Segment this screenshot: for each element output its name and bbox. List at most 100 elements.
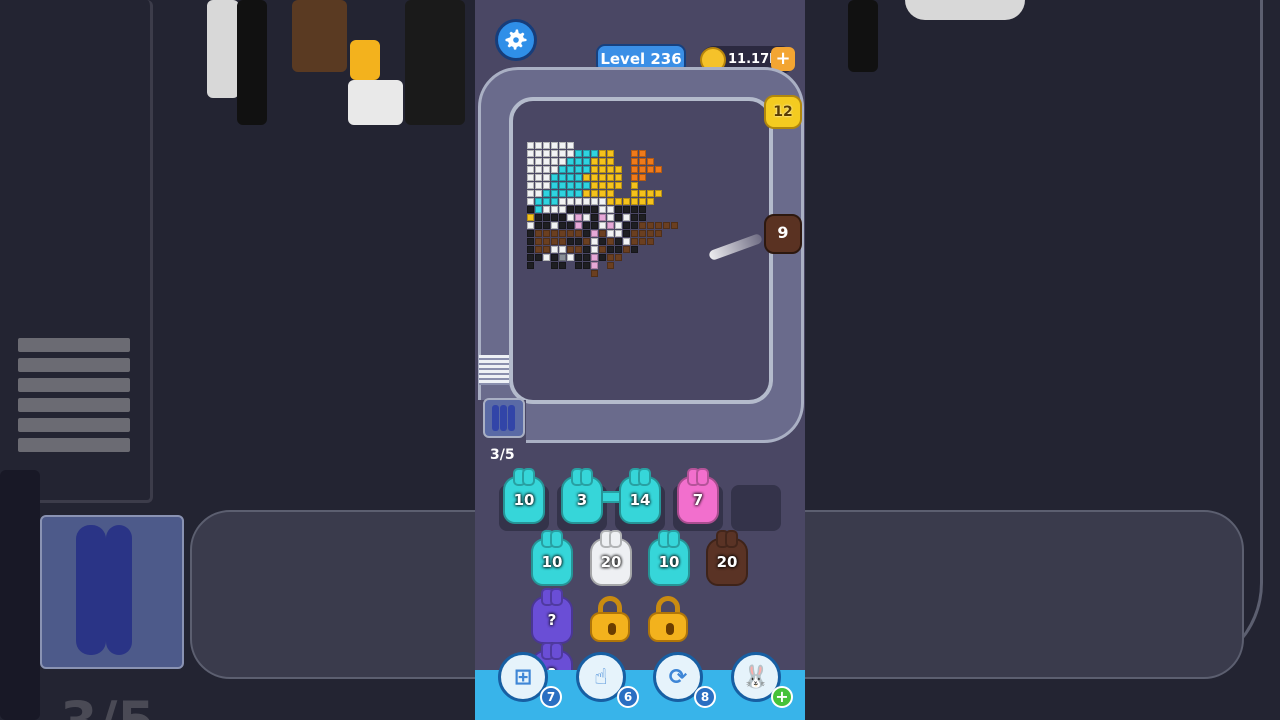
puzzle-pixel — [599, 182, 606, 189]
shuffle-count: 8 — [694, 686, 716, 708]
puzzle-pixel — [671, 222, 678, 229]
puzzle-pixel — [631, 158, 638, 165]
puzzle-pixel — [551, 142, 558, 149]
puzzle-pixel — [607, 262, 614, 269]
puzzle-pixel — [567, 254, 574, 261]
puzzle-pixel — [615, 230, 622, 237]
puzzle-pixel — [663, 222, 670, 229]
puzzle-pixel — [535, 222, 542, 229]
puzzle-pixel — [591, 174, 598, 181]
puzzle-pixel — [575, 222, 582, 229]
brown-bunny[interactable]: 20 — [706, 530, 748, 586]
puzzle-pixel — [615, 254, 622, 261]
puzzle-pixel — [535, 150, 542, 157]
bg-bar — [18, 378, 130, 392]
cyan-bunny-linked[interactable]: 14 — [619, 468, 661, 524]
puzzle-pixel — [591, 254, 598, 261]
puzzle-pixel — [559, 150, 566, 157]
puzzle-pixel — [551, 254, 558, 261]
puzzle-pixel — [551, 182, 558, 189]
puzzle-pixel — [583, 246, 590, 253]
pink-bunny[interactable]: 7 — [677, 468, 719, 524]
puzzle-pixel — [559, 246, 566, 253]
puzzle-pixel — [543, 158, 550, 165]
puzzle-pixel — [647, 158, 654, 165]
bg-bar — [18, 338, 130, 352]
puzzle-pixel — [583, 222, 590, 229]
bg-block — [350, 40, 380, 80]
puzzle-pixel — [607, 150, 614, 157]
mystery-bunny[interactable]: ? — [531, 588, 573, 644]
puzzle-pixel — [591, 230, 598, 237]
puzzle-pixel — [559, 182, 566, 189]
puzzle-pixel — [623, 246, 630, 253]
puzzle-pixel — [647, 238, 654, 245]
puzzle-pixel — [631, 182, 638, 189]
puzzle-pixel — [599, 222, 606, 229]
cyan-bunny[interactable]: 10 — [531, 530, 573, 586]
bg-block — [0, 470, 40, 720]
puzzle-pixel — [623, 198, 630, 205]
puzzle-pixel — [615, 222, 622, 229]
puzzle-pixel — [535, 206, 542, 213]
puzzle-pixel — [623, 222, 630, 229]
puzzle-pixel — [535, 158, 542, 165]
puzzle-pixel — [575, 246, 582, 253]
bg-bar — [18, 398, 130, 412]
puzzle-pixel — [631, 190, 638, 197]
cyan-bunny-linked[interactable]: 3 — [561, 468, 603, 524]
puzzle-pixel — [543, 198, 550, 205]
puzzle-pixel — [607, 214, 614, 221]
puzzle-pixel — [615, 182, 622, 189]
puzzle-pixel — [535, 214, 542, 221]
puzzle-pixel — [527, 142, 534, 149]
bg-block — [292, 0, 347, 72]
add-coins-button[interactable]: + — [771, 47, 795, 71]
puzzle-pixel — [551, 174, 558, 181]
puzzle-pixel — [551, 262, 558, 269]
puzzle-pixel — [575, 238, 582, 245]
puzzle-pixel — [631, 206, 638, 213]
spool — [492, 405, 499, 431]
cyan-bunny[interactable]: 10 — [503, 468, 545, 524]
get-more-booster[interactable]: + — [771, 686, 793, 708]
puzzle-pixel — [639, 230, 646, 237]
puzzle-pixel — [559, 198, 566, 205]
puzzle-pixel — [647, 230, 654, 237]
puzzle-pixel — [575, 158, 582, 165]
puzzle-pixel — [551, 166, 558, 173]
puzzle-pixel — [631, 238, 638, 245]
puzzle-pixel — [655, 222, 662, 229]
puzzle-pixel — [559, 166, 566, 173]
puzzle-pixel — [607, 158, 614, 165]
puzzle-pixel — [535, 142, 542, 149]
puzzle-pixel — [567, 214, 574, 221]
puzzle-pixel — [591, 222, 598, 229]
puzzle-pixel — [567, 150, 574, 157]
settings-button[interactable] — [495, 19, 537, 61]
puzzle-pixel — [631, 166, 638, 173]
puzzle-pixel — [567, 190, 574, 197]
puzzle-pixel — [567, 198, 574, 205]
puzzle-pixel — [527, 238, 534, 245]
puzzle-pixel — [583, 206, 590, 213]
padlock-icon — [648, 596, 688, 642]
puzzle-pixel — [599, 254, 606, 261]
puzzle-pixel — [527, 190, 534, 197]
puzzle-pixel — [567, 142, 574, 149]
white-bunny[interactable]: 20 — [590, 530, 632, 586]
cyan-bunny[interactable]: 10 — [648, 530, 690, 586]
bg-bar — [18, 418, 130, 432]
puzzle-pixel — [639, 158, 646, 165]
puzzle-pixel — [575, 182, 582, 189]
puzzle-pixel — [551, 206, 558, 213]
puzzle-pixel — [599, 214, 606, 221]
spool — [500, 405, 507, 431]
puzzle-pixel — [591, 198, 598, 205]
puzzle-pixel — [639, 190, 646, 197]
puzzle-pixel — [607, 190, 614, 197]
puzzle-pixel — [591, 150, 598, 157]
puzzle-pixel — [591, 214, 598, 221]
puzzle-pixel — [631, 222, 638, 229]
puzzle-pixel — [551, 198, 558, 205]
